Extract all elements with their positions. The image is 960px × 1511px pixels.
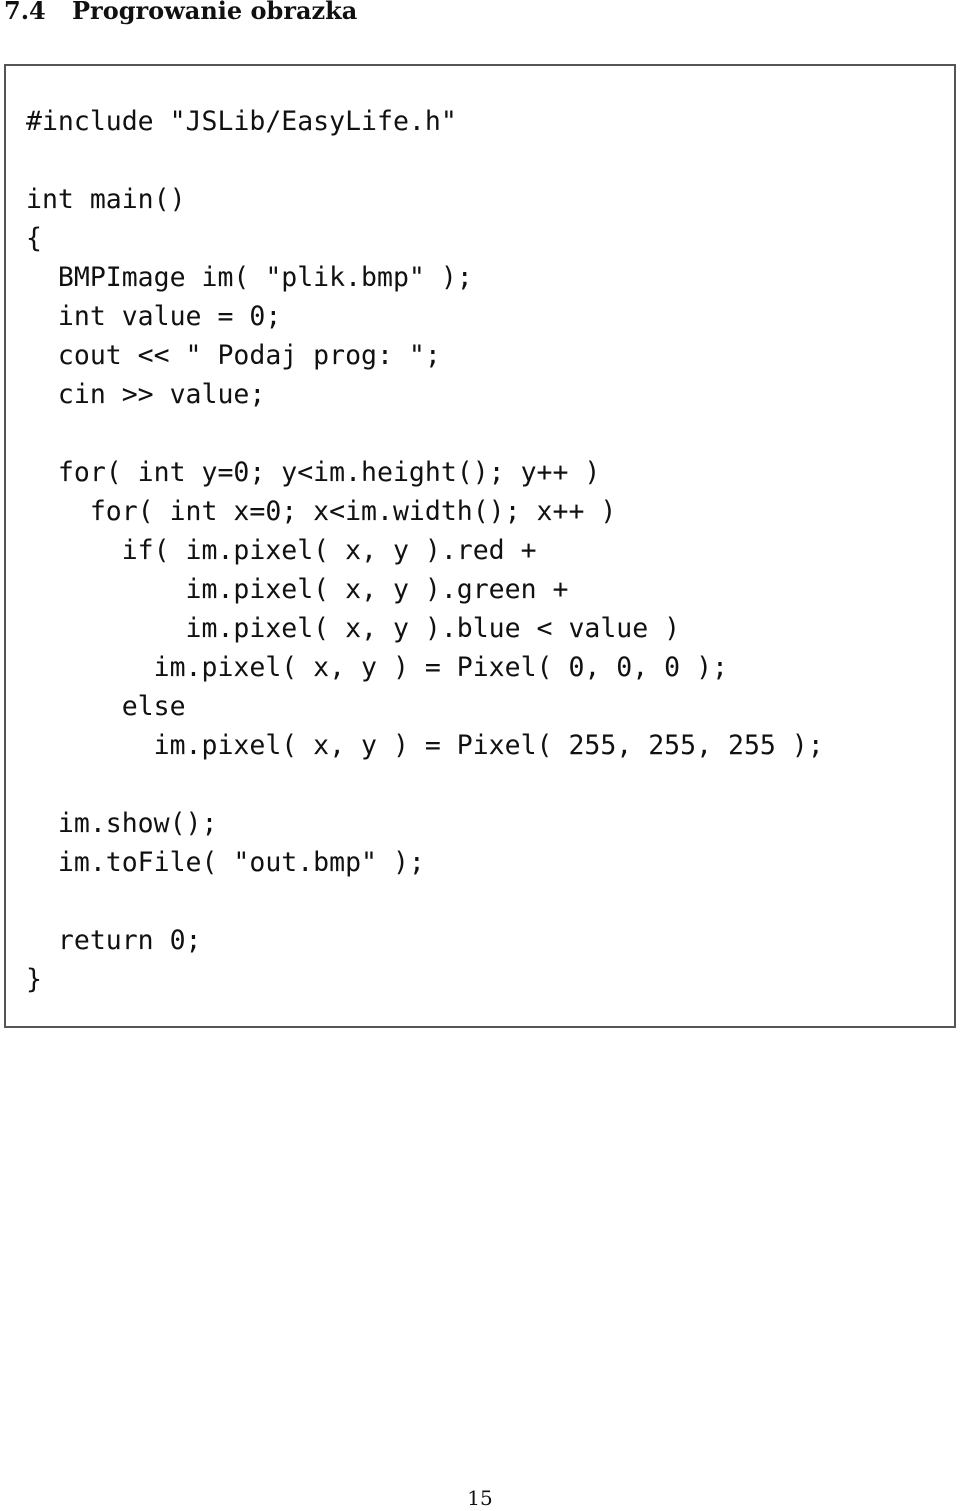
code-line: cout << " Podaj prog: ";	[26, 340, 441, 371]
code-line: BMPImage im( "plik.bmp" );	[26, 262, 473, 293]
code-line: im.pixel( x, y ).green +	[26, 574, 569, 605]
code-line: else	[26, 691, 186, 722]
section-heading: 7.4 Progrowanie obrazka	[4, 0, 357, 28]
code-listing: #include "JSLib/EasyLife.h" int main() { B…	[26, 102, 824, 999]
code-line: for( int x=0; x<im.width(); x++ )	[26, 496, 617, 527]
code-line: im.show();	[26, 808, 218, 839]
section-number: 7.4	[4, 0, 46, 25]
code-line: if( im.pixel( x, y ).red +	[26, 535, 537, 566]
code-line: #include "JSLib/EasyLife.h"	[26, 106, 457, 137]
code-line: im.pixel( x, y ).blue < value )	[26, 613, 681, 644]
code-line: im.pixel( x, y ) = Pixel( 255, 255, 255 …	[26, 730, 824, 761]
code-line: return 0;	[26, 925, 202, 956]
code-line: {	[26, 223, 42, 254]
code-line: }	[26, 964, 42, 995]
code-line: int value = 0;	[26, 301, 282, 332]
code-line: im.toFile( "out.bmp" );	[26, 847, 425, 878]
code-line: for( int y=0; y<im.height(); y++ )	[26, 457, 601, 488]
code-line: im.pixel( x, y ) = Pixel( 0, 0, 0 );	[26, 652, 728, 683]
code-line: int main()	[26, 184, 186, 215]
code-line: cin >> value;	[26, 379, 266, 410]
page-number: 15	[467, 1486, 493, 1510]
section-title: Progrowanie obrazka	[72, 0, 358, 25]
code-listing-frame: #include "JSLib/EasyLife.h" int main() { B…	[4, 64, 956, 1028]
